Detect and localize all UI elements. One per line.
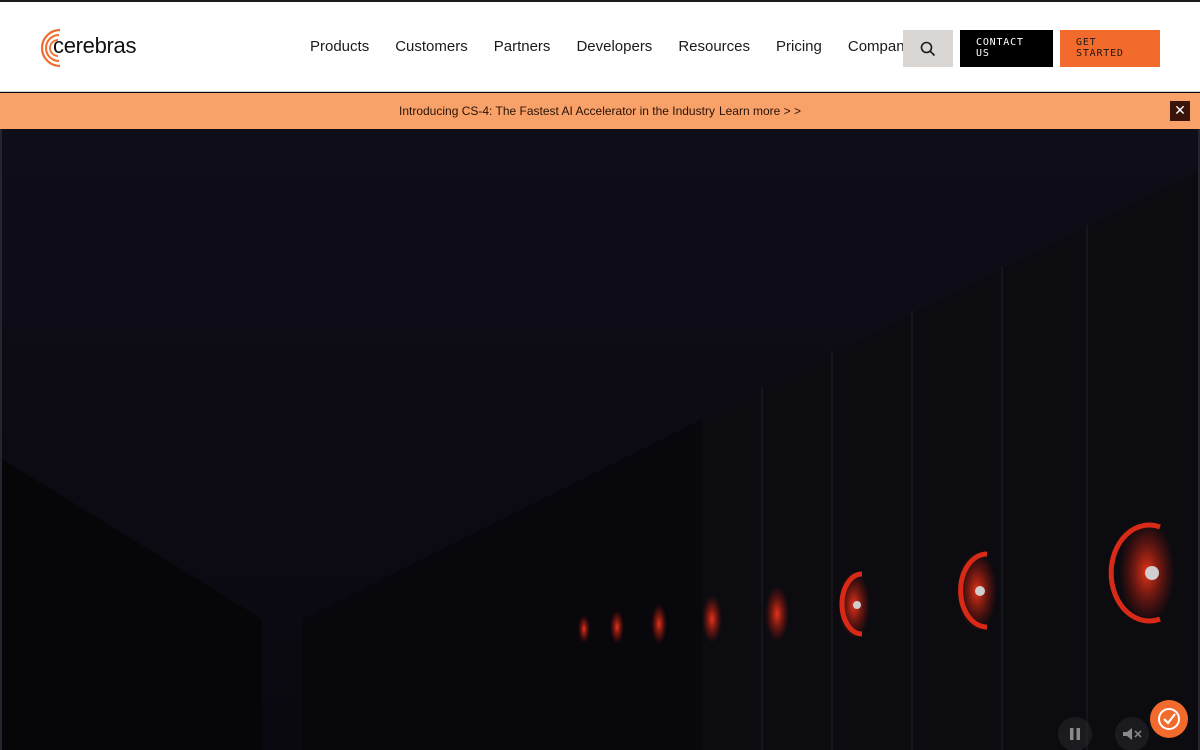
nav-item-partners[interactable]: Partners (494, 38, 551, 55)
nav-item-products[interactable]: Products (310, 38, 369, 55)
hero-video (0, 129, 1200, 750)
contact-us-button[interactable]: CONTACT US (960, 30, 1053, 67)
get-started-button[interactable]: GET STARTED (1060, 30, 1160, 67)
top-navigation-bar: cerebras Products Customers Partners Dev… (0, 0, 1200, 92)
close-icon: ✕ (1174, 102, 1186, 118)
nav-item-customers[interactable]: Customers (395, 38, 468, 55)
search-icon (920, 41, 936, 56)
banner-text: Introducing CS-4: The Fastest AI Acceler… (399, 104, 715, 118)
banner-close-button[interactable]: ✕ (1170, 101, 1190, 121)
get-started-label-line-1: GET (1076, 37, 1097, 48)
get-started-label-line-2: STARTED (1076, 48, 1124, 59)
contact-us-label-line-1: CONTACT (976, 37, 1024, 48)
pause-icon (1070, 728, 1080, 740)
banner-learn-more-link[interactable]: Learn more > > (719, 104, 801, 118)
logo-wordmark: cerebras (53, 33, 137, 58)
announcement-banner: Introducing CS-4: The Fastest AI Acceler… (0, 93, 1200, 129)
hero-video-frame (2, 129, 1198, 750)
nav-item-pricing[interactable]: Pricing (776, 38, 822, 55)
cookie-consent-icon (1158, 708, 1180, 730)
cerebras-logo[interactable]: cerebras (38, 27, 138, 69)
mute-icon (1123, 728, 1142, 740)
contact-us-label-line-2: US (976, 48, 990, 59)
cookie-consent-button[interactable] (1150, 700, 1188, 738)
main-nav: Products Customers Partners Developers R… (310, 38, 938, 55)
video-pause-button[interactable] (1058, 717, 1092, 750)
search-button[interactable] (903, 30, 953, 67)
video-mute-button[interactable] (1115, 717, 1149, 750)
nav-item-developers[interactable]: Developers (576, 38, 652, 55)
nav-item-resources[interactable]: Resources (678, 38, 750, 55)
